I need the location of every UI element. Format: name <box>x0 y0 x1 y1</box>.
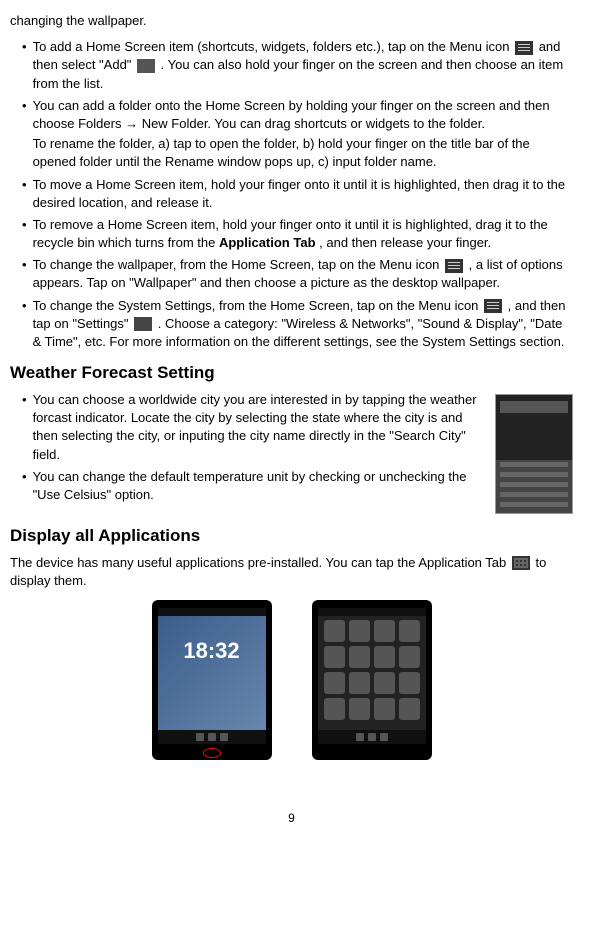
bullet-dot: • <box>22 176 27 212</box>
weather-heading: Weather Forecast Setting <box>10 361 573 385</box>
bottom-bar <box>158 730 266 744</box>
device-home-screenshot: 18:32 <box>152 600 272 760</box>
settings-icon <box>134 317 152 331</box>
bullet-change-settings: • To change the System Settings, from th… <box>10 297 573 352</box>
text: The device has many useful applications … <box>10 555 510 570</box>
text: To add a Home Screen item (shortcuts, wi… <box>33 39 514 54</box>
display-apps-paragraph: The device has many useful applications … <box>10 554 573 590</box>
nav-dot <box>196 733 204 741</box>
weather-row: • You can choose a worldwide city you ar… <box>10 391 573 514</box>
nav-dot <box>368 733 376 741</box>
app-grid <box>324 620 420 728</box>
arrow-icon: → <box>125 116 138 131</box>
top-fragment: changing the wallpaper. <box>10 12 573 30</box>
status-bar <box>318 608 426 616</box>
text: New Folder. You can drag shortcuts or wi… <box>142 116 485 131</box>
bullet-content: To change the System Settings, from the … <box>33 297 573 352</box>
bullet-dot: • <box>22 297 27 352</box>
text: To rename the folder, a) tap to open the… <box>33 135 573 171</box>
application-tab-icon <box>512 556 530 570</box>
app-icon <box>399 698 420 720</box>
text: You can change the default temperature u… <box>33 468 487 504</box>
page-number: 9 <box>10 810 573 827</box>
app-icon <box>399 620 420 642</box>
weather-screenshot <box>495 394 573 514</box>
bullet-content: You can add a folder onto the Home Scree… <box>33 97 573 172</box>
app-icon <box>349 698 370 720</box>
bullet-dot: • <box>22 38 27 93</box>
app-icon <box>324 646 345 668</box>
device-screenshots-row: 18:32 <box>10 600 573 760</box>
app-icon <box>349 672 370 694</box>
weather-text: • You can choose a worldwide city you ar… <box>10 391 487 514</box>
display-apps-heading: Display all Applications <box>10 524 573 548</box>
text: , and then release your finger. <box>319 235 491 250</box>
bullet-dot: • <box>22 391 27 464</box>
clock-widget: 18:32 <box>158 636 266 667</box>
bullet-add-item: • To add a Home Screen item (shortcuts, … <box>10 38 573 93</box>
app-icon <box>374 698 395 720</box>
text: To move a Home Screen item, hold your fi… <box>33 176 573 212</box>
bullet-content: To change the wallpaper, from the Home S… <box>33 256 573 292</box>
app-icon <box>349 620 370 642</box>
bullet-dot: • <box>22 216 27 252</box>
nav-dot <box>380 733 388 741</box>
bullet-content: To add a Home Screen item (shortcuts, wi… <box>33 38 573 93</box>
bullet-content: To remove a Home Screen item, hold your … <box>33 216 573 252</box>
app-icon <box>324 698 345 720</box>
text: You can choose a worldwide city you are … <box>33 391 487 464</box>
device-screen: 18:32 <box>158 608 266 744</box>
app-icon <box>324 620 345 642</box>
bullet-change-wallpaper: • To change the wallpaper, from the Home… <box>10 256 573 292</box>
device-screen <box>318 608 426 744</box>
bullet-remove-item: • To remove a Home Screen item, hold you… <box>10 216 573 252</box>
nav-dot <box>356 733 364 741</box>
menu-icon <box>484 299 502 313</box>
highlight-circle <box>203 748 221 758</box>
device-apps-screenshot <box>312 600 432 760</box>
menu-icon <box>445 259 463 273</box>
bullet-move-item: • To move a Home Screen item, hold your … <box>10 176 573 212</box>
text: To change the System Settings, from the … <box>33 298 482 313</box>
nav-dot <box>220 733 228 741</box>
add-icon <box>137 59 155 73</box>
app-icon <box>374 672 395 694</box>
bullet-weather-city: • You can choose a worldwide city you ar… <box>10 391 487 464</box>
bullet-add-folder: • You can add a folder onto the Home Scr… <box>10 97 573 172</box>
app-icon <box>324 672 345 694</box>
bottom-bar <box>318 730 426 744</box>
app-icon <box>374 620 395 642</box>
bullet-weather-unit: • You can change the default temperature… <box>10 468 487 504</box>
text: To change the wallpaper, from the Home S… <box>33 257 443 272</box>
app-icon <box>349 646 370 668</box>
bullet-dot: • <box>22 97 27 172</box>
status-bar <box>158 608 266 616</box>
bullet-dot: • <box>22 468 27 504</box>
application-tab-label: Application Tab <box>219 235 316 250</box>
app-icon <box>399 672 420 694</box>
app-icon <box>374 646 395 668</box>
bullet-dot: • <box>22 256 27 292</box>
menu-icon <box>515 41 533 55</box>
nav-dot <box>208 733 216 741</box>
app-icon <box>399 646 420 668</box>
